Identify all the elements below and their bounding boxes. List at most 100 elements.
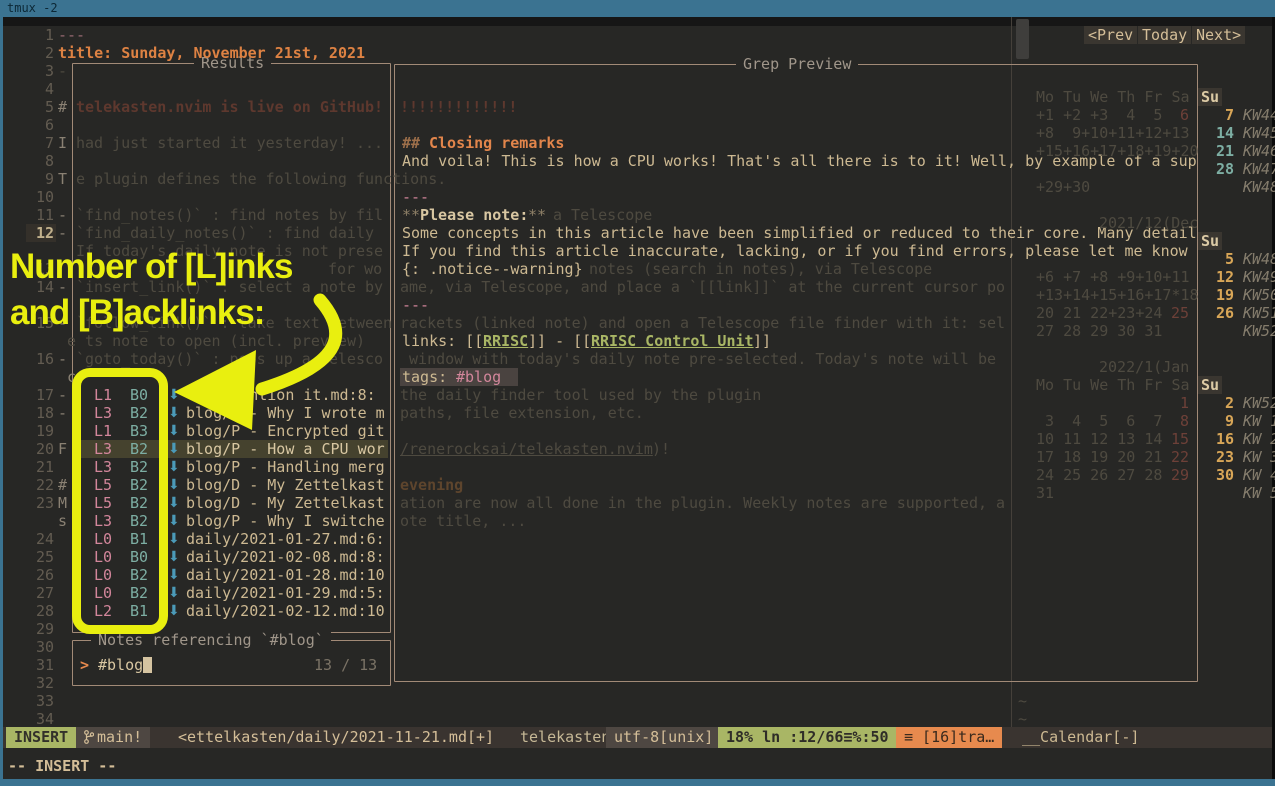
calendar-week-number: KW48	[1243, 178, 1275, 196]
cursor-position-segment: 18% ln :12/66≡%:50	[718, 727, 897, 748]
line-number: 11	[28, 206, 54, 224]
calendar-nav-button[interactable]: Today	[1138, 26, 1191, 44]
line-number: 16	[28, 350, 54, 368]
result-row[interactable]: blog/P - Why I switche	[186, 512, 385, 530]
line-number: 26	[28, 566, 54, 584]
buffer-text: the daily finder tool used by the plugin	[400, 386, 761, 404]
calendar-days: Mo Tu We Th Fr Sa	[1036, 88, 1190, 106]
calendar-nav-button[interactable]: <Prev	[1084, 26, 1137, 44]
line-number: 34	[28, 710, 54, 728]
line-number: 33	[28, 692, 54, 710]
calendar-week-number: KW51	[1243, 304, 1275, 322]
result-row[interactable]: daily/2021-02-12.md:10	[186, 602, 385, 620]
calendar-days: 3 4 5 6 7	[1036, 412, 1162, 430]
preview-text: {: .notice--warning}	[402, 260, 583, 278]
preview-markup: **	[402, 206, 420, 224]
line-number: 20	[28, 440, 54, 458]
down-arrow-icon[interactable]: ⬇	[168, 530, 180, 548]
result-row[interactable]: blog/P - Handling merg	[186, 458, 385, 476]
calendar-days: 27 28 29 30 31	[1036, 322, 1162, 340]
calendar-nav-button[interactable]: Next>	[1192, 26, 1245, 44]
prompt-caret: >	[80, 656, 89, 674]
buffer-text: evening	[400, 476, 463, 494]
text-cursor	[143, 657, 152, 673]
line-number: 8	[28, 152, 54, 170]
calendar-saturday: 15	[1171, 430, 1189, 448]
down-arrow-icon[interactable]: ⬇	[168, 440, 180, 458]
line-number: 29	[28, 620, 54, 638]
buffer-text: window with today's daily note pre-selec…	[400, 350, 996, 368]
calendar-saturday: 1	[1180, 394, 1189, 412]
calendar-week-number: KW49	[1243, 268, 1275, 286]
calendar-days: +15+16+17+18+19+20	[1036, 142, 1199, 160]
down-arrow-icon[interactable]: ⬇	[168, 548, 180, 566]
down-arrow-icon[interactable]: ⬇	[168, 566, 180, 584]
down-arrow-icon[interactable]: ⬇	[168, 404, 180, 422]
buffer-text: -	[58, 206, 67, 224]
result-row[interactable]: daily/2021-02-08.md:8:	[186, 548, 385, 566]
down-arrow-icon[interactable]: ⬇	[168, 458, 180, 476]
result-row[interactable]: blog/P - Encrypted git	[186, 422, 385, 440]
result-row[interactable]: i mention it.md:8:	[186, 386, 376, 404]
buffer-heading: !!!!!!!!!!!!!	[400, 98, 517, 116]
calendar-days: 20 21 22+23+24	[1036, 304, 1162, 322]
buffer-text: e plugin defines the following functions…	[76, 170, 446, 188]
buffer-text: ame, via Telescope, and place a `[[link]…	[400, 278, 1005, 296]
buffer-text: had just started it yesterday! ...	[76, 134, 383, 152]
buffer-text: #	[58, 98, 67, 116]
calendar-week-number: KW52	[1243, 394, 1275, 412]
buffer-text: ~	[1018, 710, 1027, 728]
buffer-text: notes (search in notes), via Telescope	[589, 260, 932, 278]
scrollbar-thumb[interactable]	[1016, 19, 1029, 59]
git-branch-label: main!	[97, 728, 142, 746]
titlebar: tmux -2	[0, 0, 1275, 17]
result-row[interactable]: daily/2021-01-29.md:5:	[186, 584, 385, 602]
result-row[interactable]: blog/P - Why I wrote m	[186, 404, 385, 422]
preview-window-title: Grep Preview	[736, 55, 858, 73]
line-number: 9	[28, 170, 54, 188]
preview-divider: ---	[402, 296, 429, 314]
terminal-window: tmux -2 Results Notes referencing `#blog…	[0, 0, 1275, 786]
line-number: 23	[28, 494, 54, 512]
down-arrow-icon[interactable]: ⬇	[168, 386, 180, 404]
calendar-week-number: KW 1	[1243, 412, 1275, 430]
down-arrow-icon[interactable]: ⬇	[168, 494, 180, 512]
calendar-days: +6 +7 +8 +9+10+11	[1036, 268, 1190, 286]
line-number: 25	[28, 548, 54, 566]
line-number: 24	[28, 530, 54, 548]
result-row[interactable]: blog/D - My Zettelkast	[186, 476, 385, 494]
annotation-highlight-box	[72, 368, 168, 634]
line-number: 4	[28, 80, 54, 98]
preview-bold-text: Please note:	[420, 206, 528, 224]
down-arrow-icon[interactable]: ⬇	[168, 422, 180, 440]
calendar-sunday: 16	[1216, 430, 1234, 448]
file-path: <ettelkasten/daily/2021-11-21.md[+]	[170, 727, 502, 748]
buffer-text: for wo	[328, 260, 382, 278]
result-row-selected[interactable]: blog/P - How a CPU wor	[186, 440, 385, 458]
calendar-saturday: 25	[1171, 304, 1189, 322]
calendar-week-number: KW50	[1243, 286, 1275, 304]
git-branch-segment: main!	[76, 727, 150, 748]
calendar-week-number: KW 5	[1243, 484, 1275, 502]
result-row[interactable]: daily/2021-01-27.md:6:	[186, 530, 385, 548]
window-frame-bottom	[0, 779, 1275, 786]
search-input[interactable]: #blog	[98, 656, 143, 674]
calendar-sunday: 12	[1216, 268, 1234, 286]
calendar-week-number: KW52	[1243, 322, 1275, 340]
line-number: 32	[28, 674, 54, 692]
down-arrow-icon[interactable]: ⬇	[168, 512, 180, 530]
buffer-text: )!	[652, 440, 670, 458]
line-number: 27	[28, 584, 54, 602]
calendar-statusline: __Calendar[-]	[1014, 727, 1147, 748]
line-number: 1	[28, 26, 54, 44]
down-arrow-icon[interactable]: ⬇	[168, 584, 180, 602]
down-arrow-icon[interactable]: ⬇	[168, 602, 180, 620]
down-arrow-icon[interactable]: ⬇	[168, 476, 180, 494]
calendar-week-number: KW 2	[1243, 430, 1275, 448]
calendar-sunday: 28	[1216, 160, 1234, 178]
result-row[interactable]: daily/2021-01-28.md:10	[186, 566, 385, 584]
result-row[interactable]: blog/D - My Zettelkast	[186, 494, 385, 512]
calendar-days: 17 18 19 20 21	[1036, 448, 1162, 466]
buffer-text: `find_notes()` : find notes by fil	[76, 206, 383, 224]
buffer-text: -	[58, 386, 67, 404]
